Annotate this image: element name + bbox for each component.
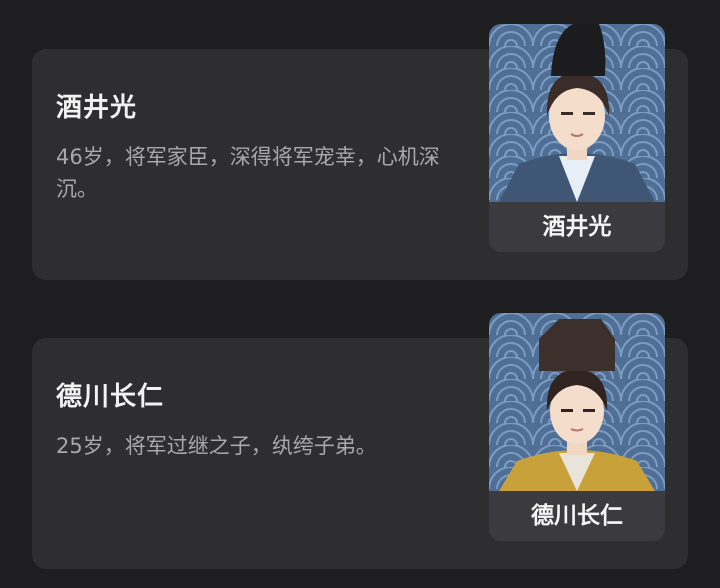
- portrait-caption: 德川长仁: [489, 491, 665, 541]
- portrait-illustration: [489, 313, 665, 491]
- character-portrait[interactable]: 酒井光: [489, 24, 665, 252]
- character-list: 酒井光 46岁，将军家臣，深得将军宠幸，心机深沉。 酒井光 德川长仁 25岁，将…: [0, 0, 720, 588]
- character-name: 酒井光: [56, 93, 138, 123]
- character-name: 德川长仁: [56, 382, 165, 412]
- portrait-caption: 酒井光: [489, 202, 665, 252]
- character-description: 46岁，将军家臣，深得将军宠幸，心机深沉。: [56, 145, 440, 201]
- character-description: 25岁，将军过继之子，纨绔子弟。: [56, 434, 377, 458]
- character-portrait[interactable]: 德川长仁: [489, 313, 665, 541]
- portrait-illustration: [489, 24, 665, 202]
